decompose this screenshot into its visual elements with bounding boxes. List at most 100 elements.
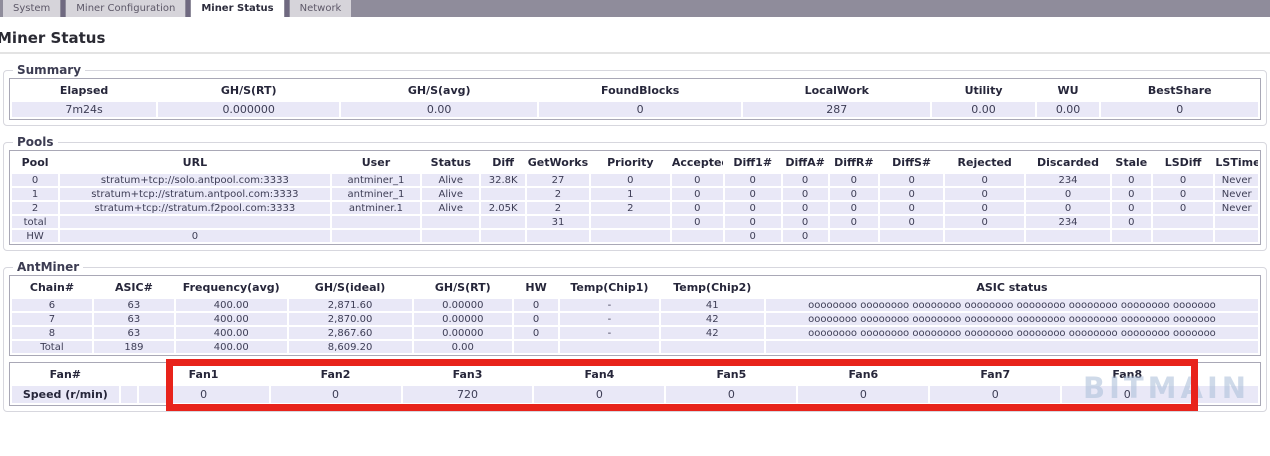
cell: Alive (422, 202, 480, 214)
cell: 6 (12, 299, 92, 311)
tab-system[interactable]: System (3, 0, 61, 17)
cell: 720 (402, 386, 533, 403)
cell: 0.000000 (158, 102, 340, 117)
cell: oooooooo oooooooo oooooooo oooooooo oooo… (765, 313, 1258, 325)
cell: 0 (1026, 188, 1110, 200)
cell: 0 (1111, 202, 1151, 214)
cell: 0 (829, 188, 879, 200)
cell: 0 (798, 386, 929, 403)
cell: 0 (671, 216, 723, 228)
cell: 0 (534, 386, 665, 403)
cell: 0.00 (932, 102, 1035, 117)
pools-legend: Pools (17, 135, 54, 149)
table-row: Total 189 400.00 8,609.20 0.00 (12, 341, 1258, 353)
cell: 0 (782, 230, 828, 242)
column-header: Accepted (671, 153, 723, 172)
cell: 0 (782, 188, 828, 200)
cell (1194, 386, 1258, 403)
cell: 400.00 (175, 299, 287, 311)
cell (660, 341, 764, 353)
cell: oooooooo oooooooo oooooooo oooooooo oooo… (765, 327, 1258, 339)
column-header: DiffA# (782, 153, 828, 172)
column-header: Temp(Chip1) (560, 278, 659, 297)
cell: 0 (1152, 202, 1214, 214)
cell: 400.00 (175, 341, 287, 353)
cell (1215, 216, 1258, 228)
header-row: Elapsed GH/S(RT) GH/S(avg) FoundBlocks Local… (12, 81, 1258, 100)
column-header: HW (513, 278, 559, 297)
cell: 0 (1152, 188, 1214, 200)
header-row: Chain# ASIC# Frequency(avg) GH/S(ideal) GH/S… (12, 278, 1258, 297)
column-header: DiffS# (880, 153, 944, 172)
cell: 0 (1152, 174, 1214, 186)
column-header: ASIC# (93, 278, 174, 297)
tab-miner-configuration[interactable]: Miner Configuration (66, 0, 186, 17)
table-row: 0 stratum+tcp://solo.antpool.com:3333 antm… (12, 174, 1258, 186)
column-header: Fan4 (534, 365, 665, 384)
column-header: Diff (481, 153, 525, 172)
cell: 1 (12, 188, 59, 200)
cell: 2 (527, 202, 589, 214)
cell: 0 (724, 174, 781, 186)
cell: 0 (60, 230, 330, 242)
cell: 2,870.00 (288, 313, 412, 325)
tab-bar-fill (351, 0, 1270, 17)
cell: 0 (1026, 202, 1110, 214)
fans-table: Fan# Fan1 Fan2 Fan3 Fan4 Fan5 Fan6 Fan7 Fan8 Spee… (9, 362, 1261, 406)
cell (481, 216, 525, 228)
cell: 2 (527, 188, 589, 200)
cell: 0 (590, 174, 670, 186)
miner-status-page: System Miner Configuration Miner Status … (0, 0, 1270, 456)
cell: 42 (660, 327, 764, 339)
cell: antminer_1 (331, 188, 421, 200)
column-header: GH/S(RT) (413, 278, 512, 297)
cell (422, 230, 480, 242)
cell (331, 230, 421, 242)
cell: 0 (880, 216, 944, 228)
cell: 8 (12, 327, 92, 339)
cell: Alive (422, 174, 480, 186)
cell: 31 (527, 216, 589, 228)
cell: 0 (12, 174, 59, 186)
tab-network[interactable]: Network (289, 0, 352, 17)
cell: 32.8K (481, 174, 525, 186)
cell: 0 (138, 386, 269, 403)
tab-miner-status[interactable]: Miner Status (191, 0, 284, 17)
cell: Speed (r/min) (12, 386, 119, 403)
column-header: ASIC status (765, 278, 1258, 297)
column-header: Chain# (12, 278, 92, 297)
cell: 400.00 (175, 327, 287, 339)
column-header: WU (1036, 81, 1100, 100)
cell (120, 386, 137, 403)
cell (560, 341, 659, 353)
cell (590, 230, 670, 242)
cell: 2,867.60 (288, 327, 412, 339)
column-header: Fan1 (138, 365, 269, 384)
pools-section: Pools Pool URL User Status Diff GetWorks Prior… (3, 135, 1267, 251)
cell: 63 (93, 313, 174, 325)
cell: Alive (422, 188, 480, 200)
cell: 400.00 (175, 313, 287, 325)
cell: 0.00 (413, 341, 512, 353)
cell: 0 (880, 174, 944, 186)
cell (60, 216, 330, 228)
cell (945, 230, 1025, 242)
cell: 0 (513, 327, 559, 339)
cell: 0 (1101, 102, 1258, 117)
column-header: Rejected (945, 153, 1025, 172)
column-header: Pool (12, 153, 59, 172)
cell: 7 (12, 313, 92, 325)
column-header: Temp(Chip2) (660, 278, 764, 297)
cell: 0 (945, 202, 1025, 214)
cell (481, 188, 525, 200)
column-header (120, 365, 137, 384)
title-divider (0, 52, 1270, 54)
cell: 0 (513, 299, 559, 311)
column-header: LSTime (1215, 153, 1258, 172)
cell (331, 216, 421, 228)
cell: 2.05K (481, 202, 525, 214)
column-header: BestShare (1101, 81, 1258, 100)
cell (829, 230, 879, 242)
cell (671, 230, 723, 242)
cell: 2 (590, 202, 670, 214)
